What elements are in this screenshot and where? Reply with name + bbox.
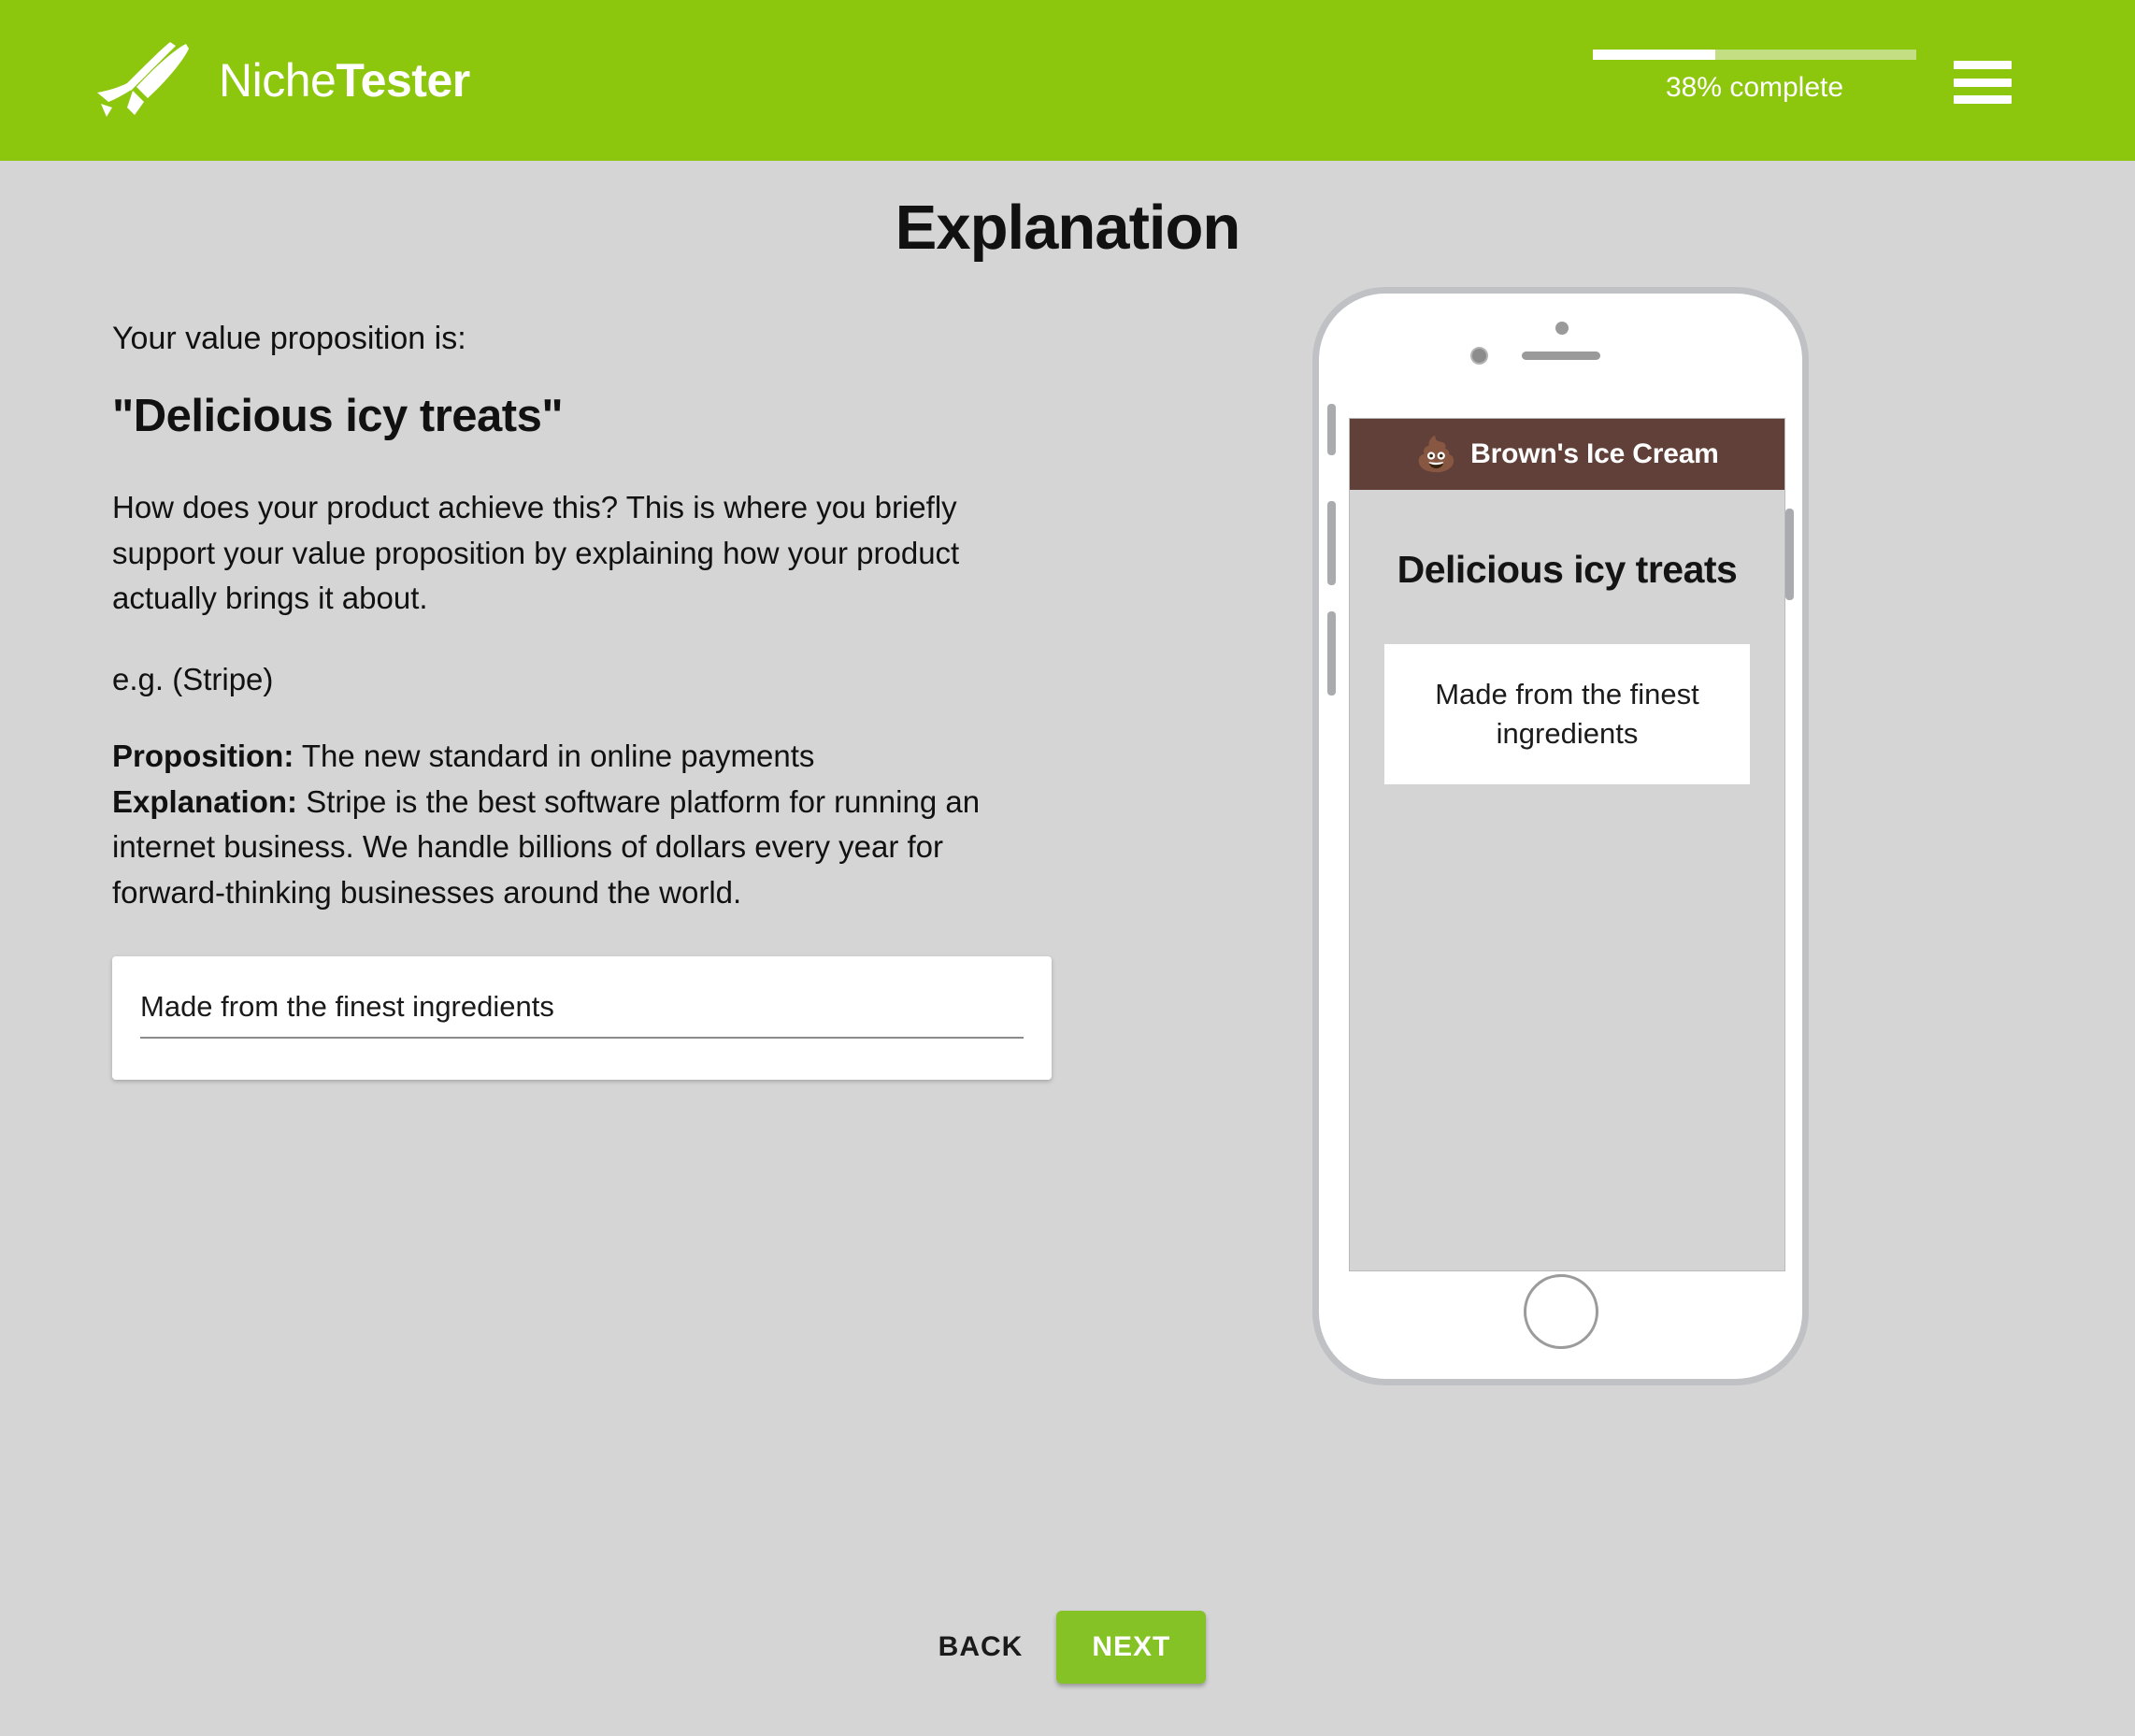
back-button[interactable]: BACK: [929, 1618, 1033, 1676]
example-proposition-text: The new standard in online payments: [294, 739, 815, 774]
phone-preview: 💩 Brown's Ice Cream Delicious icy treats…: [1297, 287, 1824, 1385]
value-proposition-text: "Delicious icy treats": [112, 391, 564, 442]
progress-fill: [1593, 50, 1716, 60]
phone-home-button: [1523, 1274, 1598, 1349]
phone-mute-switch: [1327, 404, 1336, 455]
explanation-input-card: [112, 956, 1052, 1081]
phone-earpiece-speaker: [1521, 352, 1600, 360]
brand-name: NicheTester: [219, 53, 470, 108]
explanation-form-column: Your value proposition is: "Delicious ic…: [112, 316, 1056, 1081]
header-right-cluster: 38% complete: [1593, 0, 2012, 161]
progress-label: 38% complete: [1665, 72, 1844, 103]
preview-site-header: 💩 Brown's Ice Cream: [1350, 419, 1784, 490]
phone-proximity-sensor-icon: [1555, 322, 1569, 335]
hamburger-menu-icon[interactable]: [1954, 61, 2012, 104]
brand-name-first: Niche: [219, 54, 337, 107]
preview-headline: Delicious icy treats: [1397, 548, 1738, 591]
next-button[interactable]: NEXT: [1056, 1611, 1207, 1684]
hamburger-bar-3: [1954, 95, 2012, 104]
page-title: Explanation: [895, 193, 1241, 263]
instructions-text: How does your product achieve this? This…: [112, 490, 960, 616]
phone-body: 💩 Brown's Ice Cream Delicious icy treats…: [1312, 287, 1809, 1385]
brand-logo[interactable]: NicheTester: [92, 42, 470, 119]
lead-text: Your value proposition is:: [112, 321, 466, 356]
preview-explanation-text: Made from the finest ingredients: [1435, 677, 1699, 750]
hamburger-bar-1: [1954, 61, 2012, 69]
phone-volume-down-button: [1327, 611, 1336, 696]
rocket-logo-icon: [97, 42, 189, 117]
pile-of-poo-emoji: 💩: [1415, 435, 1458, 473]
preview-site-name: Brown's Ice Cream: [1470, 438, 1719, 469]
phone-volume-up-button: [1327, 501, 1336, 585]
wizard-navigation: BACK NEXT: [0, 1611, 2135, 1684]
phone-front-camera-icon: [1469, 347, 1488, 365]
example-label: e.g. (Stripe): [112, 661, 274, 696]
explanation-input[interactable]: [140, 990, 1024, 1040]
phone-power-button: [1785, 509, 1794, 600]
progress-indicator: 38% complete: [1593, 50, 1916, 111]
app-header: NicheTester 38% complete: [0, 0, 2135, 161]
preview-explanation-card: Made from the finest ingredients: [1384, 644, 1750, 784]
example-proposition-label: Proposition:: [112, 739, 294, 774]
phone-screen: 💩 Brown's Ice Cream Delicious icy treats…: [1349, 418, 1785, 1271]
hamburger-bar-2: [1954, 78, 2012, 87]
example-explanation-label: Explanation:: [112, 783, 298, 819]
progress-track: [1593, 50, 1916, 60]
example-block: Proposition: The new standard in online …: [112, 734, 1047, 915]
brand-name-second: Tester: [336, 54, 470, 107]
